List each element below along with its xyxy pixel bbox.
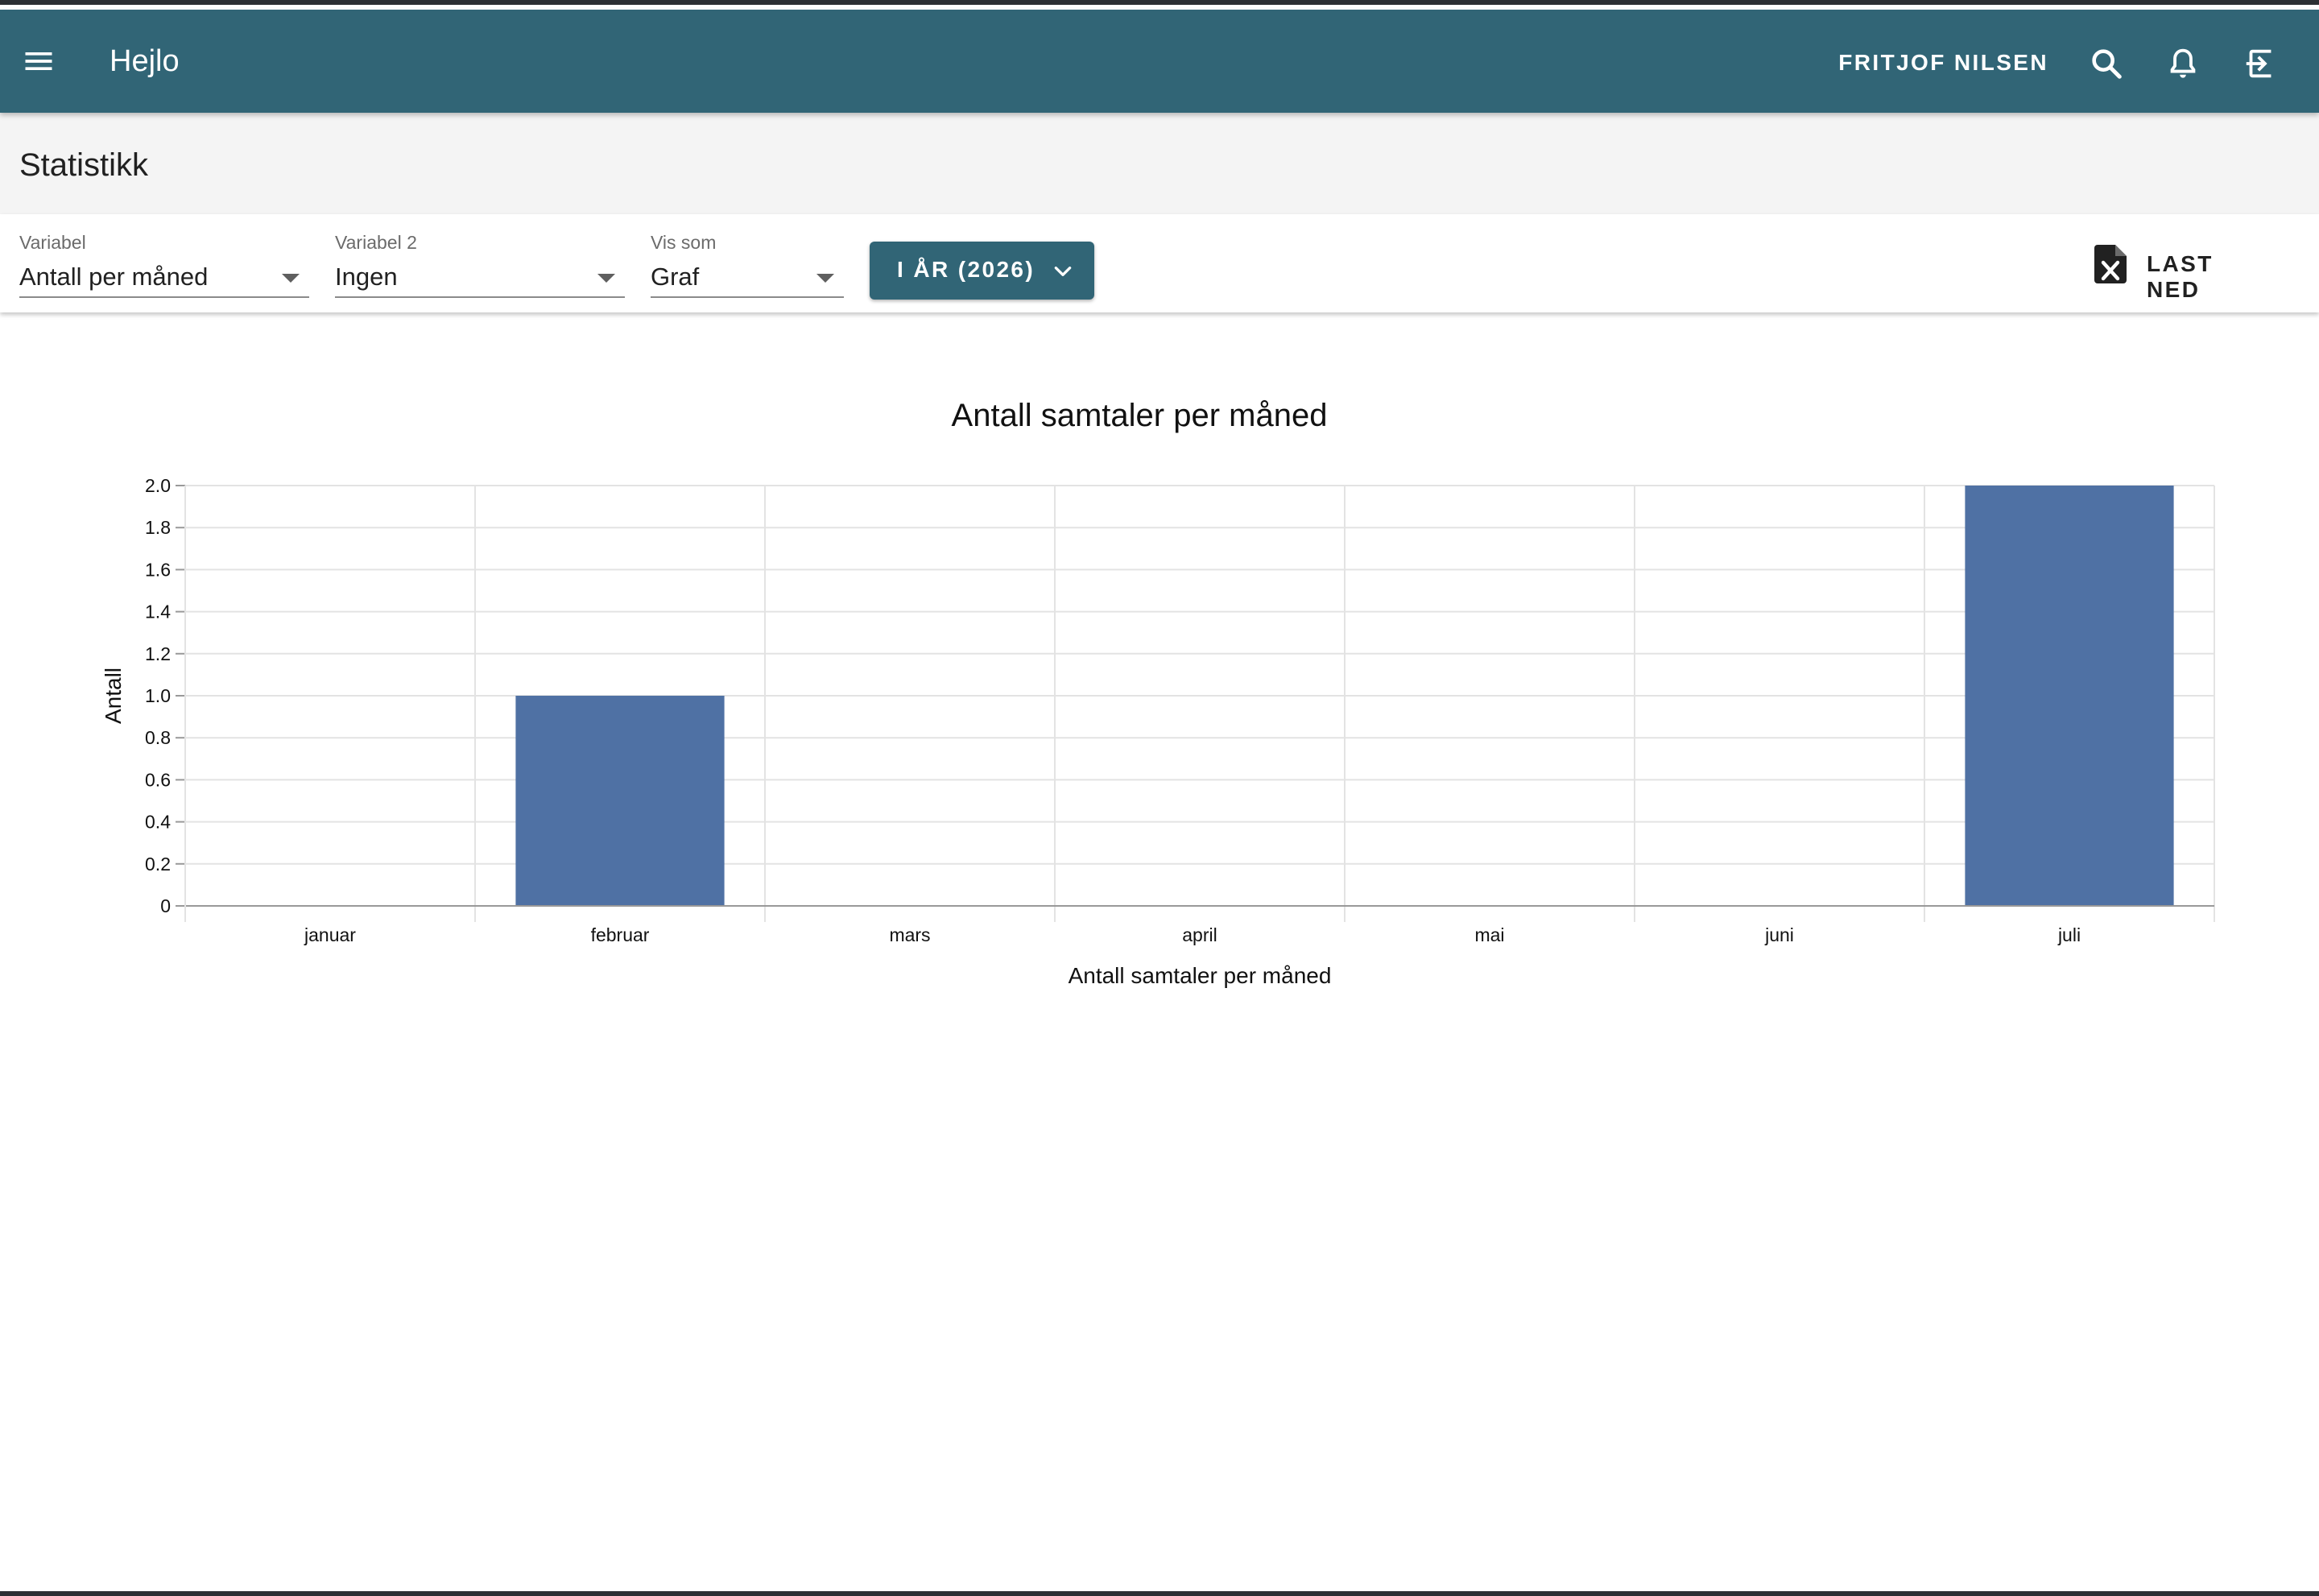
page-title: Statistikk: [19, 147, 149, 183]
bar-februar: [515, 696, 725, 906]
dropdown-arrow-icon[interactable]: [816, 274, 834, 283]
x-axis-label: Antall samtaler per måned: [1069, 963, 1332, 988]
variable2-select-value[interactable]: Ingen: [335, 263, 398, 291]
app-bar: Hejlo FRITJOF NILSEN: [0, 10, 2319, 113]
variable-select-value[interactable]: Antall per måned: [19, 263, 208, 291]
y-tick-label: 1.0: [145, 685, 171, 706]
dropdown-arrow-icon[interactable]: [282, 274, 300, 283]
x-tick-label: juni: [1764, 924, 1794, 945]
period-button[interactable]: I ÅR (2026): [870, 242, 1094, 300]
chart-container: Antall samtaler per måned 0 0.2 0.4 0.6 0.8 1.…: [0, 312, 2319, 1037]
logout-icon[interactable]: [2242, 45, 2279, 82]
chevron-down-icon: [1054, 267, 1072, 276]
menu-icon[interactable]: [21, 43, 56, 79]
x-tick-label: april: [1182, 924, 1217, 945]
variable2-select-label: Variabel 2: [335, 232, 417, 253]
download-button-label: LAST NED: [2147, 251, 2214, 302]
variable2-select[interactable]: Variabel 2 Ingen: [335, 225, 625, 298]
bell-icon[interactable]: [2164, 45, 2201, 82]
y-tick-label: 0.6: [145, 769, 171, 790]
period-button-label: I ÅR (2026): [897, 257, 1035, 282]
filter-toolbar: Variabel Antall per måned Variabel 2 Ing…: [0, 214, 2319, 312]
y-tick-label: 0.2: [145, 854, 171, 874]
dropdown-arrow-icon[interactable]: [597, 274, 615, 283]
y-tick-label: 1.8: [145, 517, 171, 538]
y-tick-label: 0.8: [145, 727, 171, 748]
x-tick-label: januar: [304, 924, 356, 945]
app-title[interactable]: Hejlo: [110, 40, 180, 82]
search-icon[interactable]: [2088, 45, 2125, 82]
y-tick-label: 2.0: [145, 475, 171, 496]
excel-file-icon: [2094, 245, 2127, 283]
x-tick-label: mai: [1474, 924, 1504, 945]
y-tick-label: 0.4: [145, 812, 171, 833]
x-tick-label: juli: [2057, 924, 2081, 945]
window-bottom-edge: [0, 1591, 2319, 1596]
x-tick-label: mars: [889, 924, 930, 945]
y-axis-label: Antall: [101, 668, 126, 724]
y-tick-label: 1.2: [145, 643, 171, 664]
x-tick-label: februar: [591, 924, 650, 945]
display-select-label: Vis som: [651, 232, 717, 253]
download-button[interactable]: LAST NED: [2094, 234, 2271, 302]
chart-title: Antall samtaler per måned: [952, 398, 1328, 433]
page-header: Statistikk: [0, 113, 2319, 214]
display-select[interactable]: Vis som Graf: [651, 225, 844, 298]
app-window: Hejlo FRITJOF NILSEN Statistikk Variabel…: [0, 0, 2319, 1596]
bar-juli: [1965, 486, 2174, 906]
y-tick-label: 1.4: [145, 602, 171, 622]
variable-select-label: Variabel: [19, 232, 86, 253]
variable-select[interactable]: Variabel Antall per måned: [19, 225, 309, 298]
bar-chart: Antall samtaler per måned 0 0.2 0.4 0.6 0.8 1.…: [101, 398, 2215, 988]
y-tick-label: 1.6: [145, 559, 171, 580]
display-select-value[interactable]: Graf: [651, 263, 699, 291]
y-tick-label: 0: [160, 895, 171, 916]
user-name-button[interactable]: FRITJOF NILSEN: [1838, 48, 2048, 77]
